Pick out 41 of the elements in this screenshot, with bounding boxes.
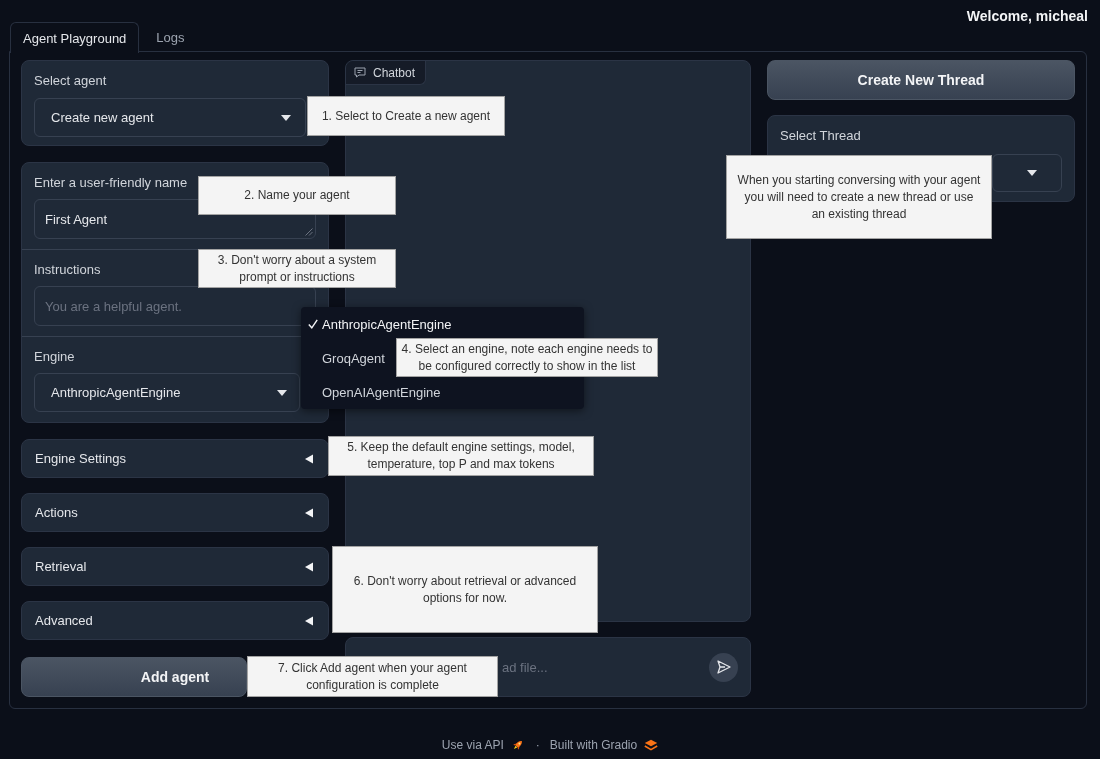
instructions-field[interactable]: You are a helpful agent. bbox=[34, 286, 316, 326]
annotation-callout: 3. Don't worry about a system prompt or instructions bbox=[198, 249, 396, 288]
welcome-text: Welcome, micheal bbox=[966, 7, 1088, 22]
chat-bubble-icon bbox=[354, 67, 366, 78]
accordion-header[interactable]: Advanced bbox=[21, 601, 329, 640]
engine-dropdown[interactable]: AnthropicAgentEngine bbox=[34, 373, 300, 412]
check-icon bbox=[308, 319, 318, 329]
create-thread-button[interactable]: Create New Thread bbox=[767, 60, 1075, 100]
field-label: Engine bbox=[34, 349, 75, 365]
caret-down-icon bbox=[1027, 170, 1037, 176]
tab[interactable]: Logs bbox=[139, 22, 202, 52]
field-label: Select Thread bbox=[780, 128, 861, 144]
field-label: Enter a user-friendly name bbox=[34, 175, 188, 191]
accordion-header[interactable]: Actions bbox=[21, 493, 329, 532]
annotation-callout: When you starting conversing with your agent you will need to create a new thread or use an existing thread bbox=[726, 155, 992, 239]
gradio-link[interactable]: Built with Gradio bbox=[549, 737, 638, 753]
annotation-callout: 7. Click Add agent when your agent configuration is complete bbox=[247, 656, 498, 697]
annotation-callout: 4. Select an engine, note each engine needs to be configured correctly to show in the list bbox=[396, 338, 658, 377]
accordion-header[interactable]: Engine Settings bbox=[21, 439, 329, 478]
send-icon bbox=[716, 660, 731, 674]
agent-dropdown[interactable]: Create new agent bbox=[34, 98, 306, 137]
send-button[interactable] bbox=[709, 652, 738, 682]
caret-down-icon bbox=[281, 114, 291, 121]
dropdown-option[interactable]: OpenAIAgentEngine bbox=[301, 380, 445, 404]
accordion-header[interactable]: Retrieval bbox=[21, 547, 329, 586]
tab[interactable]: Agent Playground bbox=[10, 22, 140, 53]
caret-down-icon bbox=[277, 389, 287, 396]
resize-handle-icon[interactable] bbox=[305, 228, 313, 236]
annotation-callout: 2. Name your agent bbox=[198, 176, 396, 215]
dropdown-option[interactable]: GroqAgent bbox=[301, 346, 389, 370]
chatbot-label: Chatbot bbox=[373, 65, 416, 80]
footer-separator: · bbox=[535, 737, 540, 753]
api-link[interactable]: Use via API bbox=[441, 737, 504, 753]
add-agent-button[interactable]: Add agent bbox=[21, 657, 247, 697]
annotation-callout: 5. Keep the default engine settings, model, temperature, top P and max tokens bbox=[328, 436, 594, 476]
annotation-callout: 1. Select to Create a new agent bbox=[307, 96, 505, 136]
field-label: Select agent bbox=[34, 73, 107, 89]
stacked-layers-icon bbox=[644, 739, 659, 751]
field-label: Instructions bbox=[34, 262, 101, 278]
rocket-icon bbox=[510, 738, 524, 752]
annotation-callout: 6. Don't worry about retrieval or advanced options for now. bbox=[332, 546, 598, 633]
